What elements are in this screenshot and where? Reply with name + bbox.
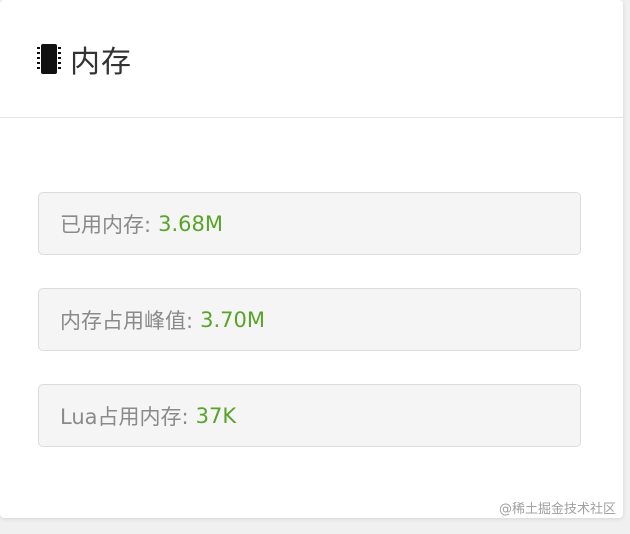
memory-panel: 内存 已用内存: 3.68M 内存占用峰值: 3.70M Lua占用内存: 37… (0, 0, 623, 518)
stat-label: 内存占用峰值: (60, 308, 194, 333)
stat-used-memory: 已用内存: 3.68M (38, 192, 581, 255)
panel-header: 内存 (0, 0, 623, 118)
memory-chip-icon (36, 43, 62, 75)
stat-label: 已用内存: (60, 212, 152, 237)
stat-label: Lua占用内存: (60, 404, 189, 429)
stat-lua-memory: Lua占用内存: 37K (38, 384, 581, 447)
watermark: @稀土掘金技术社区 (498, 502, 616, 517)
panel-body: 已用内存: 3.68M 内存占用峰值: 3.70M Lua占用内存: 37K (0, 118, 623, 447)
stat-value: 37K (195, 403, 237, 428)
stat-value: 3.68M (158, 211, 223, 236)
stat-peak-memory: 内存占用峰值: 3.70M (38, 288, 581, 351)
panel-title: 内存 (70, 44, 132, 80)
stat-value: 3.70M (200, 307, 265, 332)
